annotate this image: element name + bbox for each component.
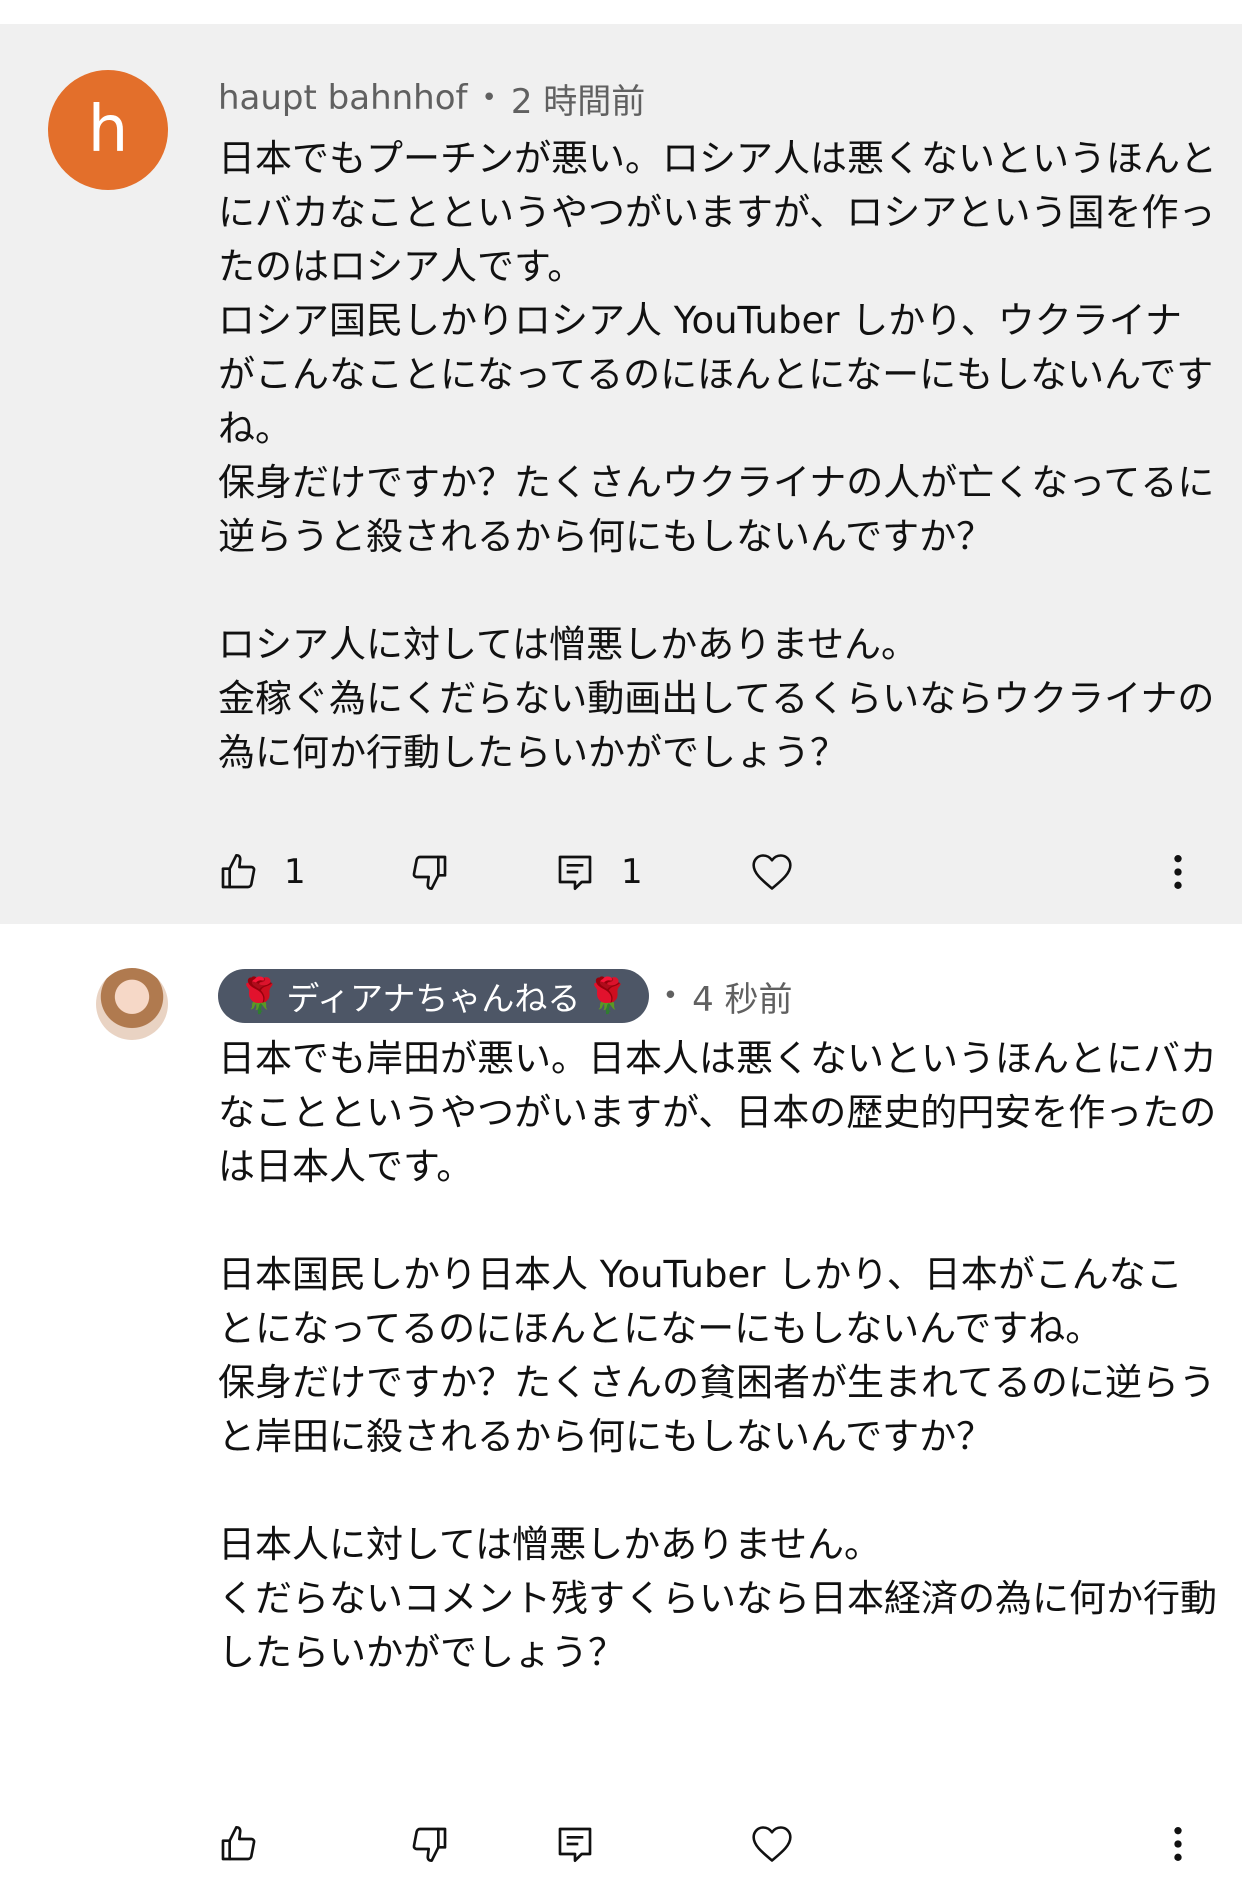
rose-icon: 🌹 bbox=[586, 976, 629, 1016]
comment-icon bbox=[558, 1827, 592, 1862]
meta-separator: • bbox=[481, 83, 497, 113]
comment-header: haupt bahnhof • 2 時間前 bbox=[218, 72, 645, 124]
comment-actions: 1 1 bbox=[0, 832, 1242, 912]
comment-text: 日本でも岸田が悪い。日本人は悪くないというほんとにバカなことというやつがいますが… bbox=[218, 1037, 1217, 1674]
comment-header: 🌹 ディアナちゃんねる 🌹 • 4 秒前 bbox=[218, 969, 793, 1023]
more-vertical-icon bbox=[1174, 1827, 1182, 1861]
author-badge[interactable]: 🌹 ディアナちゃんねる 🌹 bbox=[218, 969, 649, 1023]
heart-icon bbox=[752, 854, 792, 890]
meta-separator: • bbox=[662, 981, 679, 1011]
comment-text: 日本でもプーチンが悪い。ロシア人は悪くないというほんとにバカなことというやつがい… bbox=[218, 137, 1217, 774]
comment-actions bbox=[0, 1804, 1242, 1884]
more-options-button[interactable] bbox=[1170, 832, 1186, 912]
comment-item: h haupt bahnhof • 2 時間前 日本でもプーチンが悪い。ロシア人… bbox=[0, 24, 1242, 924]
dislike-button[interactable] bbox=[410, 832, 450, 912]
thumbs-up-icon bbox=[221, 854, 256, 889]
avatar-letter: h bbox=[87, 93, 129, 167]
timestamp: 4 秒前 bbox=[692, 979, 793, 1020]
avatar[interactable]: h bbox=[48, 70, 168, 190]
heart-icon bbox=[752, 1826, 792, 1862]
heart-button[interactable] bbox=[750, 832, 794, 912]
thumbs-down-icon bbox=[412, 1827, 447, 1862]
like-count: 1 bbox=[284, 852, 306, 892]
author-name: ディアナちゃんねる bbox=[286, 979, 581, 1018]
author-name[interactable]: haupt bahnhof bbox=[218, 78, 468, 118]
rose-icon: 🌹 bbox=[238, 976, 281, 1016]
dislike-button[interactable] bbox=[410, 1804, 450, 1884]
more-vertical-icon bbox=[1174, 855, 1182, 889]
like-button[interactable] bbox=[218, 1804, 258, 1884]
reply-button[interactable]: 1 bbox=[555, 832, 643, 912]
heart-button[interactable] bbox=[750, 1804, 794, 1884]
comment-icon bbox=[558, 855, 592, 890]
timestamp: 2 時間前 bbox=[510, 81, 646, 122]
avatar[interactable] bbox=[96, 968, 168, 1040]
reply-count: 1 bbox=[621, 852, 643, 892]
thumbs-down-icon bbox=[412, 855, 447, 890]
more-options-button[interactable] bbox=[1170, 1804, 1186, 1884]
comment-item: 🌹 ディアナちゃんねる 🌹 • 4 秒前 日本でも岸田が悪い。日本人は悪くないと… bbox=[0, 924, 1242, 1890]
reply-button[interactable] bbox=[555, 1804, 595, 1884]
thumbs-up-icon bbox=[221, 1826, 256, 1861]
like-button[interactable]: 1 bbox=[218, 832, 306, 912]
